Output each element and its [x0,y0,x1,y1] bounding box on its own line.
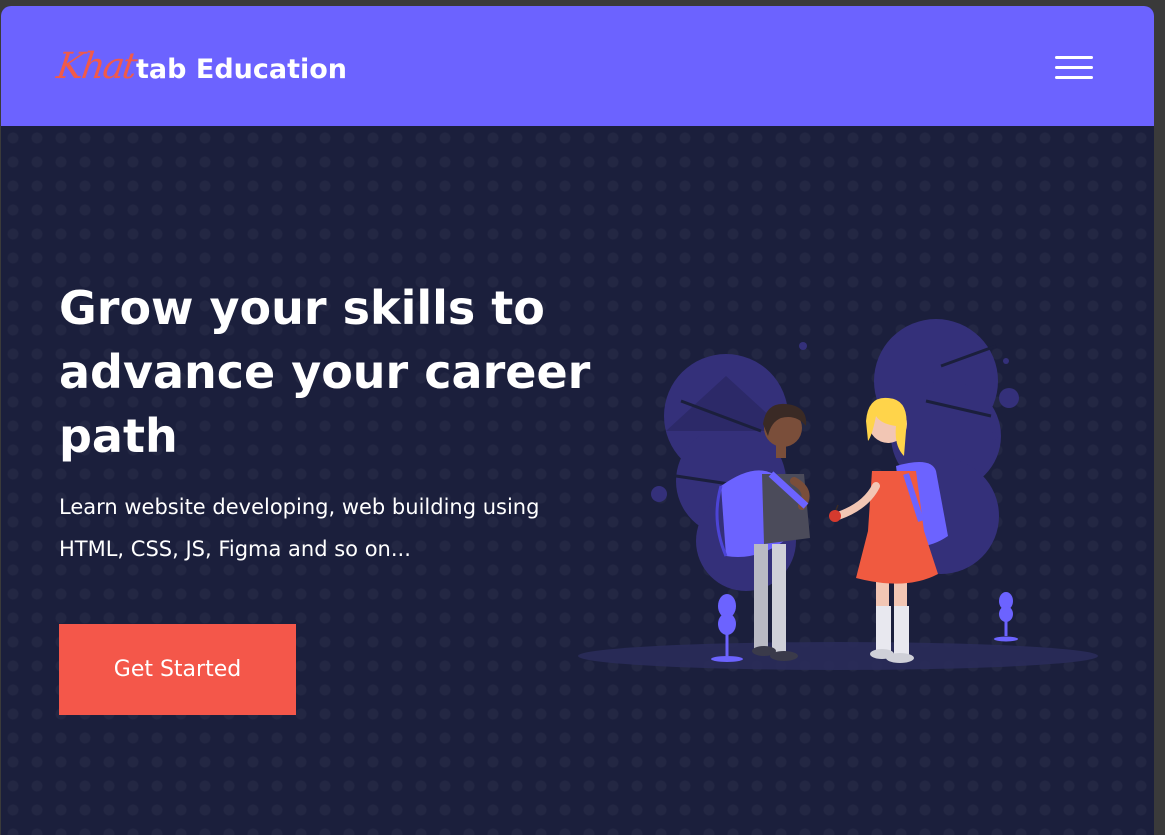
brand-logo[interactable]: Khat tab Education [54,46,348,90]
get-started-button[interactable]: Get Started [59,624,296,715]
browser-viewport: Khat tab Education Grow your skills to a… [1,6,1154,835]
logo-text: tab Education [136,54,348,85]
students-illustration [578,319,1098,670]
logo-script-text: Khat [54,46,138,87]
hamburger-menu-icon[interactable] [1055,56,1093,80]
hero-subtext: Learn website developing, web building u… [59,495,540,561]
hero-headline: Grow your skills to advance your career … [59,281,591,463]
navbar: Khat tab Education [1,6,1154,126]
hero-section: Grow your skills to advance your career … [1,126,1154,835]
